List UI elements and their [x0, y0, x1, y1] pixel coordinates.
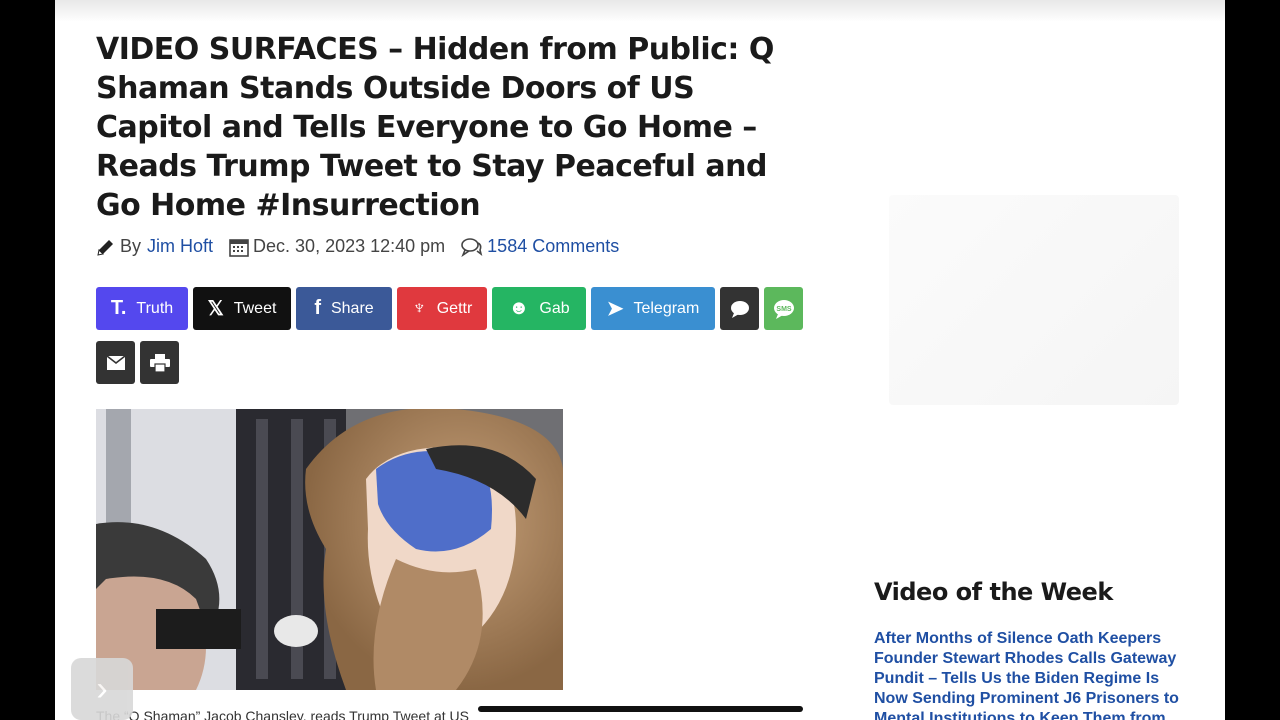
- share-buttons-row2: [96, 341, 179, 384]
- truth-label: Truth: [136, 299, 174, 317]
- share-buttons: T. Truth 𝕏 Tweet f Share ♆ Gettr ☻ Gab ➤…: [96, 287, 803, 330]
- tweet-label: Tweet: [233, 299, 277, 317]
- video-of-week-title: Video of the Week: [874, 578, 1113, 606]
- print-share-button[interactable]: [140, 341, 179, 384]
- email-share-button[interactable]: [96, 341, 135, 384]
- telegram-icon: ➤: [606, 298, 624, 320]
- comment-share-button[interactable]: [720, 287, 759, 330]
- sidebar-faded-bar: [873, 58, 1183, 108]
- sms-share-button[interactable]: SMS: [764, 287, 803, 330]
- email-icon: [106, 355, 125, 370]
- sidebar-faded-ad: [889, 195, 1179, 405]
- sms-icon: SMS: [773, 299, 794, 319]
- article-title: VIDEO SURFACES – Hidden from Public: Q S…: [96, 32, 774, 223]
- gab-frog-icon: ☻: [508, 297, 530, 319]
- telegram-label: Telegram: [633, 299, 700, 317]
- by-label: By: [120, 236, 142, 256]
- forward-nav-button[interactable]: ›: [71, 658, 133, 720]
- gettr-icon: ♆: [411, 297, 427, 319]
- gettr-label: Gettr: [436, 299, 473, 317]
- comment-icon: [730, 300, 749, 318]
- pencil-icon: [97, 239, 113, 256]
- print-icon: [149, 353, 170, 372]
- sidebar: Video of the Week After Months of Silenc…: [873, 0, 1203, 720]
- article-meta: By Jim Hoft Dec. 30, 2023 12:40 pm 1584 …: [96, 236, 619, 257]
- gab-label: Gab: [539, 299, 570, 317]
- comments-link[interactable]: 1584 Comments: [487, 236, 619, 257]
- chevron-right-icon: ›: [96, 669, 108, 708]
- svg-text:SMS: SMS: [776, 306, 792, 313]
- x-icon: 𝕏: [207, 298, 224, 320]
- horizontal-scrollbar[interactable]: [478, 706, 803, 712]
- facebook-share-button[interactable]: f Share: [296, 287, 392, 330]
- share-label: Share: [330, 299, 374, 317]
- comments-icon: [461, 237, 483, 257]
- image-caption: The “Q Shaman” Jacob Chansley, reads Tru…: [96, 708, 469, 720]
- article-page: VIDEO SURFACES – Hidden from Public: Q S…: [55, 0, 1225, 720]
- gab-share-button[interactable]: ☻ Gab: [492, 287, 586, 330]
- gettr-share-button[interactable]: ♆ Gettr: [397, 287, 487, 330]
- truth-share-button[interactable]: T. Truth: [96, 287, 188, 330]
- publish-date: Dec. 30, 2023 12:40 pm: [253, 236, 446, 256]
- facebook-icon: f: [314, 297, 321, 319]
- telegram-share-button[interactable]: ➤ Telegram: [591, 287, 715, 330]
- author-link[interactable]: Jim Hoft: [147, 236, 213, 257]
- calendar-icon: [229, 238, 249, 257]
- truth-social-icon: T.: [110, 297, 127, 319]
- tweet-share-button[interactable]: 𝕏 Tweet: [193, 287, 291, 330]
- video-of-week-link[interactable]: After Months of Silence Oath Keepers Fou…: [874, 629, 1190, 720]
- article-image: [96, 409, 563, 690]
